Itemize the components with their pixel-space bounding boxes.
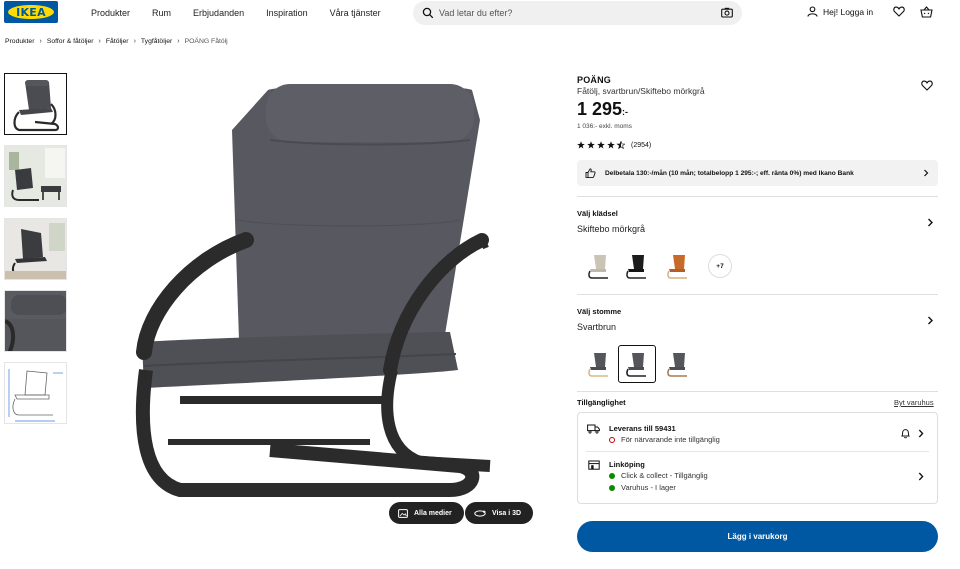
heart-icon[interactable] xyxy=(921,80,933,91)
review-count[interactable]: (2954) xyxy=(631,142,651,149)
frame-option-birch[interactable] xyxy=(580,345,618,383)
chevron-right-icon[interactable] xyxy=(927,218,934,227)
price-ex-vat: 1 036:- exkl. moms xyxy=(577,123,632,130)
delivery-row[interactable]: Leverans till 59431 För närvarande inte … xyxy=(578,413,937,451)
nav-item-tjanster[interactable]: Våra tjänster xyxy=(330,8,381,18)
breadcrumb-item[interactable]: Soffor & fåtöljer xyxy=(47,38,94,45)
truck-icon xyxy=(587,424,600,434)
upholstery-option-black[interactable] xyxy=(618,247,656,285)
search-input[interactable]: Vad letar du efter? xyxy=(439,8,512,18)
click-collect-text: Click & collect - Tillgänglig xyxy=(621,471,708,480)
price-value: 1 295 xyxy=(577,99,623,119)
unavailable-dot-icon xyxy=(609,436,615,443)
price-suffix: :- xyxy=(622,107,629,117)
product-main-image[interactable] xyxy=(120,70,540,530)
click-collect-status: Click & collect - Tillgänglig xyxy=(609,471,708,480)
product-price: 1 295:- xyxy=(577,99,628,120)
breadcrumb-item[interactable]: Tygfåtöljer xyxy=(141,38,172,45)
breadcrumb-item[interactable]: Produkter xyxy=(5,38,34,45)
media-icon xyxy=(398,508,408,518)
upholstery-label: Välj klädsel xyxy=(577,209,618,218)
breadcrumb-current: POÄNG Fåtölj xyxy=(184,38,228,45)
frame-value: Svartbrun xyxy=(577,322,617,332)
search-icon xyxy=(422,7,434,19)
thumbnail-chair-front[interactable] xyxy=(4,73,67,135)
available-dot-icon xyxy=(609,484,615,491)
thumbnail-living-room[interactable] xyxy=(4,145,67,207)
financing-banner[interactable]: Delbetala 130:-/mån (10 mån; totalbelopp… xyxy=(577,160,938,186)
breadcrumb: Produkter › Soffor & fåtöljer › Fåtöljer › … xyxy=(5,38,228,45)
financing-text: Delbetala 130:-/mån (10 mån; totalbelopp… xyxy=(605,169,854,177)
nav-item-produkter[interactable]: Produkter xyxy=(91,8,130,18)
chevron-right-icon xyxy=(918,472,924,481)
product-name: POÄNG xyxy=(577,75,612,85)
delivery-status-text: För närvarande inte tillgänglig xyxy=(621,435,720,444)
upholstery-value: Skiftebo mörkgrå xyxy=(577,224,646,234)
availability-box: Leverans till 59431 För närvarande inte … xyxy=(577,412,938,504)
thumbnail-headrest-detail[interactable] xyxy=(4,290,67,352)
store-title: Linköping xyxy=(609,460,645,469)
ikea-logo[interactable]: IKEA xyxy=(4,1,58,23)
chevron-right-icon: › xyxy=(39,38,42,45)
chevron-right-icon: › xyxy=(133,38,136,45)
delivery-status: För närvarande inte tillgänglig xyxy=(609,435,720,444)
thumbnail-dimensions[interactable] xyxy=(4,362,67,424)
breadcrumb-item[interactable]: Fåtöljer xyxy=(106,38,129,45)
view-3d-label: Visa i 3D xyxy=(492,509,522,517)
more-upholstery-label: +7 xyxy=(716,262,724,270)
nav-item-erbjudanden[interactable]: Erbjudanden xyxy=(193,8,244,18)
add-to-cart-label: Lägg i varukorg xyxy=(727,532,788,541)
frame-option-black-brown[interactable] xyxy=(618,345,656,383)
upholstery-option-beige[interactable] xyxy=(580,247,618,285)
product-description: Fåtölj, svartbrun/Skiftebo mörkgrå xyxy=(577,86,705,96)
view-3d-button[interactable]: Visa i 3D xyxy=(465,502,534,524)
frame-label: Välj stomme xyxy=(577,307,622,316)
3d-icon xyxy=(474,509,486,517)
available-dot-icon xyxy=(609,472,615,479)
thumbnail-chair-room[interactable] xyxy=(4,218,67,280)
chevron-right-icon xyxy=(918,429,924,438)
store-icon xyxy=(588,460,600,470)
chevron-right-icon: › xyxy=(98,38,101,45)
store-stock-text: Varuhus - I lager xyxy=(621,483,676,492)
upholstery-option-orange[interactable] xyxy=(659,247,697,285)
star-icon xyxy=(577,141,625,149)
more-upholstery-button[interactable]: +7 xyxy=(708,254,732,278)
delivery-title: Leverans till 59431 xyxy=(609,424,676,433)
chevron-right-icon: › xyxy=(177,38,180,45)
product-info-panel: POÄNG Fåtölj, svartbrun/Skiftebo mörkgrå… xyxy=(577,0,938,569)
store-row[interactable]: Linköping Click & collect - Tillgänglig … xyxy=(578,452,937,504)
thumbs-up-icon xyxy=(585,168,596,178)
rating[interactable]: (2954) xyxy=(577,141,651,149)
divider xyxy=(577,196,938,197)
store-stock-status: Varuhus - I lager xyxy=(609,483,676,492)
divider xyxy=(577,391,938,392)
all-media-label: Alla medier xyxy=(414,509,452,517)
frame-option-oak[interactable] xyxy=(659,345,697,383)
chevron-right-icon[interactable] xyxy=(927,316,934,325)
nav-item-inspiration[interactable]: Inspiration xyxy=(266,8,308,18)
nav-item-rum[interactable]: Rum xyxy=(152,8,171,18)
all-media-button[interactable]: Alla medier xyxy=(389,502,464,524)
bell-icon[interactable] xyxy=(900,428,911,439)
divider xyxy=(577,294,938,295)
change-store-link[interactable]: Byt varuhus xyxy=(894,398,934,407)
availability-title: Tillgänglighet xyxy=(577,398,626,407)
logo-text: IKEA xyxy=(16,5,46,19)
main-nav: Produkter Rum Erbjudanden Inspiration Vå… xyxy=(91,8,403,18)
add-to-cart-button[interactable]: Lägg i varukorg xyxy=(577,521,938,552)
chevron-right-icon xyxy=(924,169,929,177)
